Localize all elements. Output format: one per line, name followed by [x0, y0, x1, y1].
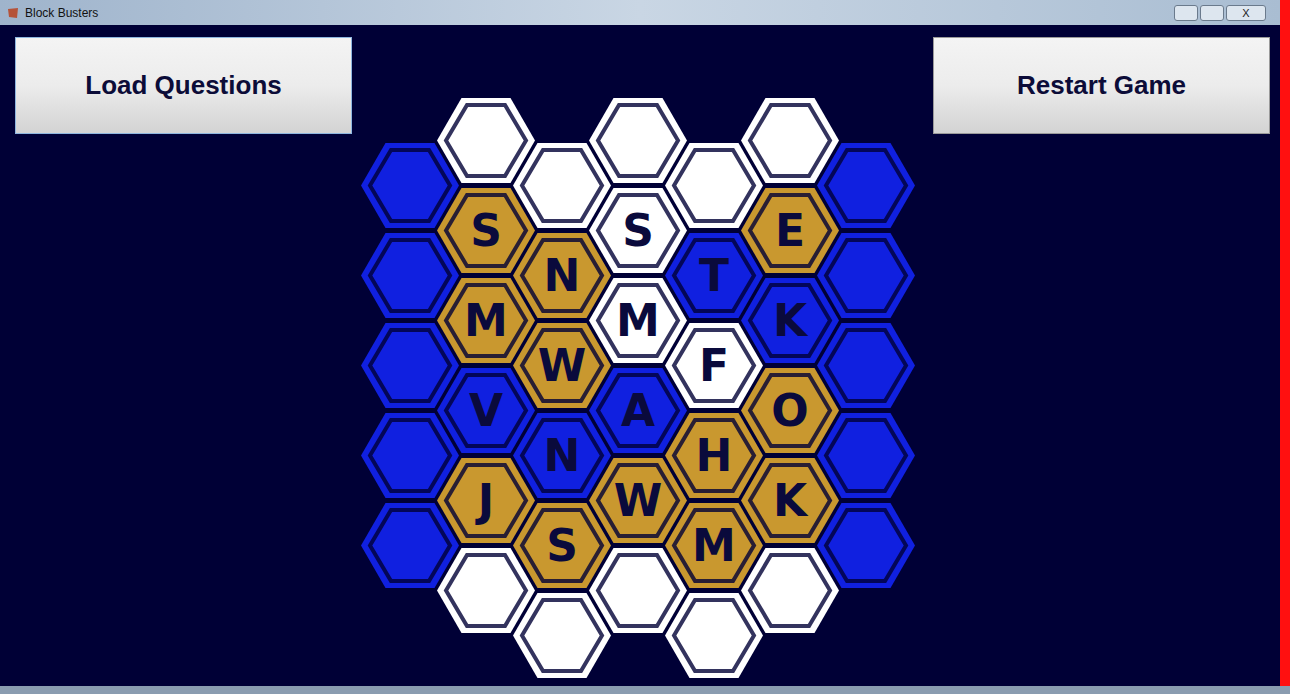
hex-shape: [437, 98, 535, 183]
hex-shape: [361, 323, 459, 408]
hex-cell[interactable]: [741, 548, 839, 633]
taskbar: [0, 686, 1290, 694]
cell-letter: A: [621, 389, 655, 433]
hex-shape: [741, 98, 839, 183]
hex-cell[interactable]: [817, 233, 915, 318]
hex-cell[interactable]: [513, 143, 611, 228]
hex-cell[interactable]: V: [437, 368, 535, 453]
cell-letter: V: [469, 389, 503, 433]
hex-cell[interactable]: A: [589, 368, 687, 453]
cell-letter: K: [773, 299, 807, 343]
hex-cell[interactable]: [361, 143, 459, 228]
cell-letter: T: [699, 254, 729, 298]
hex-shape: [589, 98, 687, 183]
close-button[interactable]: X: [1226, 5, 1266, 21]
hex-cell[interactable]: [361, 323, 459, 408]
hex-shape: [665, 593, 763, 678]
hex-cell[interactable]: H: [665, 413, 763, 498]
hex-cell[interactable]: W: [513, 323, 611, 408]
hex-shape: [361, 413, 459, 498]
hex-cell[interactable]: [589, 548, 687, 633]
cell-letter: W: [614, 479, 663, 523]
cell-letter: F: [699, 344, 729, 388]
hex-cell[interactable]: N: [513, 233, 611, 318]
hex-shape: [361, 233, 459, 318]
hex-shape: [437, 548, 535, 633]
hex-shape: [589, 548, 687, 633]
hex-cell[interactable]: M: [589, 278, 687, 363]
hex-shape: [665, 143, 763, 228]
title-bar: Block Busters X: [0, 0, 1280, 25]
hex-cell[interactable]: [513, 593, 611, 678]
maximize-button[interactable]: [1200, 5, 1224, 21]
cell-letter: K: [773, 479, 807, 523]
cell-letter: M: [692, 524, 736, 568]
hex-cell[interactable]: [589, 98, 687, 183]
hex-cell[interactable]: S: [437, 188, 535, 273]
hex-shape: [741, 548, 839, 633]
cell-letter: E: [775, 209, 805, 253]
hex-cell[interactable]: S: [513, 503, 611, 588]
hex-cell[interactable]: [817, 503, 915, 588]
hex-shape: [817, 233, 915, 318]
hex-cell[interactable]: K: [741, 278, 839, 363]
hex-cell[interactable]: [665, 593, 763, 678]
cell-letter: W: [538, 344, 587, 388]
cell-letter: S: [470, 209, 502, 253]
hex-cell[interactable]: [361, 503, 459, 588]
hex-cell[interactable]: [361, 233, 459, 318]
hex-cell[interactable]: [817, 413, 915, 498]
hex-cell[interactable]: F: [665, 323, 763, 408]
cell-letter: O: [771, 389, 808, 433]
cell-letter: M: [616, 299, 660, 343]
app-icon: [6, 6, 20, 20]
hex-cell[interactable]: N: [513, 413, 611, 498]
hex-cell[interactable]: M: [437, 278, 535, 363]
hex-cell[interactable]: E: [741, 188, 839, 273]
hex-cell[interactable]: [437, 548, 535, 633]
hex-cell[interactable]: [817, 143, 915, 228]
hex-cell[interactable]: [665, 143, 763, 228]
hex-shape: [361, 143, 459, 228]
cell-letter: M: [464, 299, 508, 343]
minimize-button[interactable]: [1174, 5, 1198, 21]
hex-cell[interactable]: J: [437, 458, 535, 543]
hex-cell[interactable]: [817, 323, 915, 408]
cell-letter: H: [696, 434, 733, 478]
hex-cell[interactable]: S: [589, 188, 687, 273]
hex-cell[interactable]: W: [589, 458, 687, 543]
hex-shape: [513, 143, 611, 228]
right-edge-bar: [1280, 0, 1290, 686]
cell-letter: S: [546, 524, 578, 568]
hex-cell[interactable]: M: [665, 503, 763, 588]
hex-cell[interactable]: K: [741, 458, 839, 543]
hex-cell[interactable]: [741, 98, 839, 183]
hex-shape: [361, 503, 459, 588]
hex-cell[interactable]: O: [741, 368, 839, 453]
cell-letter: N: [544, 434, 581, 478]
load-questions-button[interactable]: Load Questions: [15, 37, 352, 134]
hex-shape: [817, 143, 915, 228]
hex-shape: [817, 413, 915, 498]
hex-shape: [817, 503, 915, 588]
hex-cell[interactable]: [437, 98, 535, 183]
game-board: SMVJNWNSSMAWTFHMEKOK: [361, 98, 915, 678]
cell-letter: S: [622, 209, 654, 253]
hex-shape: [513, 593, 611, 678]
hex-cell[interactable]: T: [665, 233, 763, 318]
hex-cell[interactable]: [361, 413, 459, 498]
cell-letter: J: [478, 479, 494, 523]
restart-game-button[interactable]: Restart Game: [933, 37, 1270, 134]
hex-shape: [817, 323, 915, 408]
cell-letter: N: [544, 254, 581, 298]
window-title: Block Busters: [25, 4, 98, 22]
